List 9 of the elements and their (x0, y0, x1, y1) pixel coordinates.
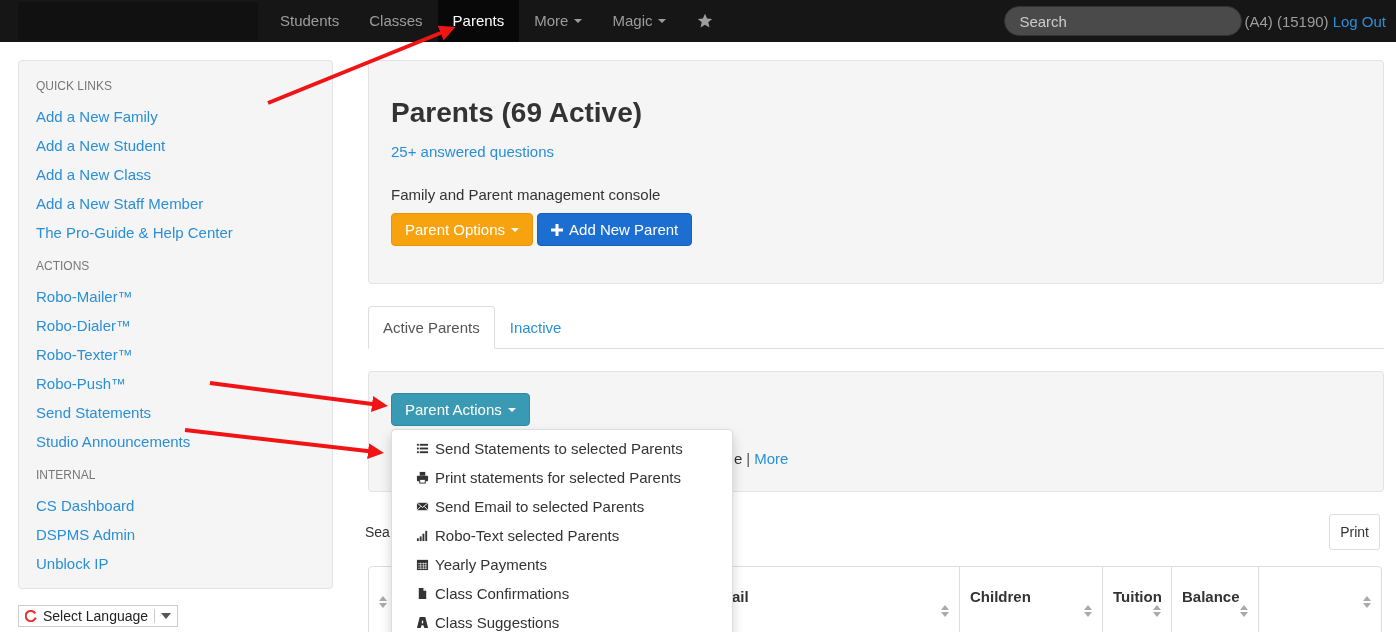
sidebar-heading: INTERNAL (36, 468, 97, 482)
account-id: (A4) (15190) (1244, 12, 1329, 30)
page-description: Family and Parent management console (391, 186, 662, 203)
page-title: Parents (69 Active) (391, 97, 644, 129)
text-fragment: e (734, 450, 743, 467)
sidebar-heading: ACTIONS (36, 259, 91, 273)
sidebar-heading: QUICK LINKS (36, 79, 114, 93)
separator: | (746, 450, 751, 467)
search-label: Sea (365, 524, 390, 540)
